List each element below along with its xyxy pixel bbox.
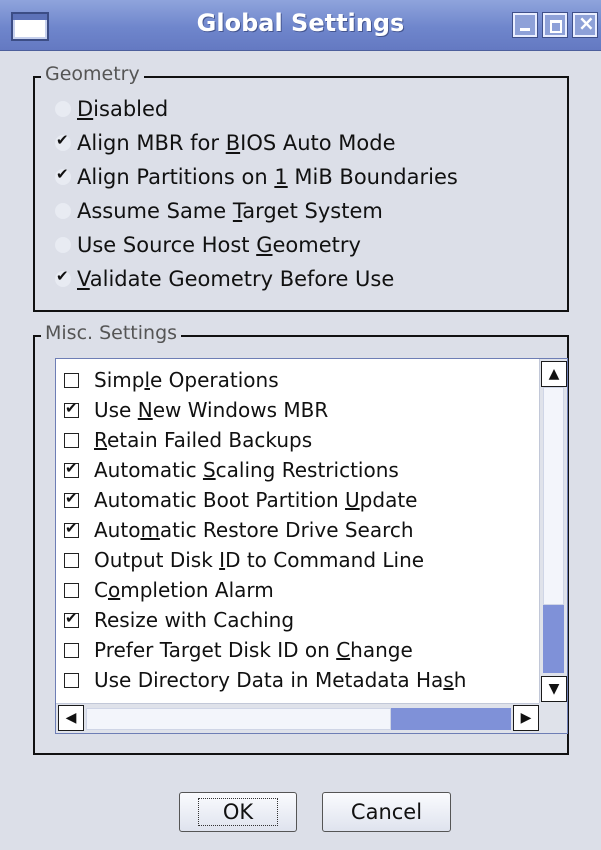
- checkbox-checked-icon[interactable]: [64, 609, 79, 628]
- checkbox-unchecked-icon[interactable]: [64, 672, 79, 688]
- title-bar[interactable]: Global Settings: [0, 0, 601, 51]
- radio-checked-icon[interactable]: [55, 165, 71, 185]
- scroll-down-icon[interactable]: ▼: [541, 676, 567, 702]
- vertical-scroll-thumb[interactable]: [543, 387, 564, 605]
- misc-setting-item[interactable]: Output Disk ID to Command Line: [64, 545, 537, 575]
- misc-setting-label: Prefer Target Disk ID on Change: [94, 638, 413, 662]
- geometry-option[interactable]: Align Partitions on 1 MiB Boundaries: [55, 162, 458, 192]
- misc-setting-item[interactable]: Simple Operations: [64, 365, 537, 395]
- misc-setting-label: Use New Windows MBR: [94, 398, 329, 422]
- close-icon[interactable]: [572, 11, 598, 38]
- scroll-right-icon[interactable]: ▶: [513, 705, 539, 731]
- horizontal-scrollbar[interactable]: ◀ ▶: [56, 703, 541, 733]
- misc-setting-label: Resize with Caching: [94, 608, 295, 632]
- horizontal-scroll-track[interactable]: [391, 708, 511, 730]
- misc-setting-item[interactable]: Automatic Restore Drive Search: [64, 515, 537, 545]
- radio-unchecked-icon[interactable]: [55, 203, 71, 219]
- checkbox-unchecked-icon[interactable]: [64, 372, 79, 388]
- misc-setting-label: Output Disk ID to Command Line: [94, 548, 425, 572]
- misc-setting-item[interactable]: Use Directory Data in Metadata Hash: [64, 665, 537, 695]
- checkbox-unchecked-icon[interactable]: [64, 582, 79, 598]
- radio-checked-icon[interactable]: [55, 267, 71, 287]
- misc-setting-item[interactable]: Use New Windows MBR: [64, 395, 537, 425]
- radio-unchecked-icon[interactable]: [55, 101, 71, 117]
- misc-setting-item[interactable]: Allow delete from Simple Operations: [64, 695, 537, 701]
- horizontal-scroll-thumb[interactable]: [86, 708, 391, 730]
- checkbox-checked-icon[interactable]: [64, 519, 79, 538]
- misc-setting-item[interactable]: Completion Alarm: [64, 575, 537, 605]
- misc-setting-item[interactable]: Retain Failed Backups: [64, 425, 537, 455]
- vertical-scrollbar[interactable]: ▲ ▼: [539, 359, 567, 704]
- geometry-option-label: Validate Geometry Before Use: [77, 267, 395, 291]
- geometry-group: Geometry Disabled Align MBR for BIOS Auto…: [33, 63, 569, 312]
- misc-setting-label: Automatic Scaling Restrictions: [94, 458, 399, 482]
- radio-checked-icon[interactable]: [55, 131, 71, 151]
- checkbox-unchecked-icon[interactable]: [64, 432, 79, 448]
- radio-unchecked-icon[interactable]: [55, 237, 71, 253]
- misc-setting-label: Automatic Boot Partition Update: [94, 488, 418, 512]
- maximize-icon[interactable]: [542, 12, 568, 38]
- misc-setting-item[interactable]: Automatic Boot Partition Update: [64, 485, 537, 515]
- misc-settings-list[interactable]: Simple Operations Use New Windows MBR Reta…: [55, 358, 568, 734]
- geometry-legend: Geometry: [41, 63, 144, 85]
- checkbox-unchecked-icon[interactable]: [64, 642, 79, 658]
- geometry-option[interactable]: Validate Geometry Before Use: [55, 264, 394, 294]
- misc-setting-item[interactable]: Prefer Target Disk ID on Change: [64, 635, 537, 665]
- geometry-option-label: Align MBR for BIOS Auto Mode: [77, 131, 396, 155]
- vertical-scroll-track[interactable]: [543, 605, 564, 673]
- misc-setting-label: Use Directory Data in Metadata Hash: [94, 668, 467, 692]
- cancel-button-label: Cancel: [350, 800, 423, 824]
- geometry-option[interactable]: Use Source Host Geometry: [55, 230, 361, 260]
- misc-settings-legend: Misc. Settings: [41, 322, 182, 344]
- ok-button[interactable]: OK: [179, 792, 297, 832]
- geometry-option[interactable]: Disabled: [55, 94, 168, 124]
- scroll-left-icon[interactable]: ◀: [58, 705, 84, 731]
- misc-setting-label: Automatic Restore Drive Search: [94, 518, 414, 542]
- misc-setting-label: Completion Alarm: [94, 578, 274, 602]
- geometry-option[interactable]: Assume Same Target System: [55, 196, 383, 226]
- scroll-up-icon[interactable]: ▲: [541, 361, 567, 387]
- checkbox-checked-icon[interactable]: [64, 399, 79, 418]
- geometry-option-label: Use Source Host Geometry: [77, 233, 361, 257]
- misc-setting-label: Retain Failed Backups: [94, 428, 313, 452]
- checkbox-checked-icon[interactable]: [64, 459, 79, 478]
- geometry-option-label: Assume Same Target System: [77, 199, 383, 223]
- misc-setting-item[interactable]: Resize with Caching: [64, 605, 537, 635]
- checkbox-unchecked-icon[interactable]: [64, 552, 79, 568]
- scrollbar-corner: [539, 703, 567, 733]
- misc-settings-items: Simple Operations Use New Windows MBR Reta…: [64, 365, 537, 701]
- checkbox-checked-icon[interactable]: [64, 489, 79, 508]
- geometry-option-label: Align Partitions on 1 MiB Boundaries: [77, 165, 458, 189]
- geometry-option[interactable]: Align MBR for BIOS Auto Mode: [55, 128, 396, 158]
- misc-setting-label: Allow delete from Simple Operations: [94, 698, 461, 701]
- misc-setting-label: Simple Operations: [94, 368, 279, 392]
- ok-button-label: OK: [197, 798, 279, 826]
- minimize-icon[interactable]: [512, 12, 538, 38]
- geometry-option-label: Disabled: [77, 97, 169, 121]
- misc-setting-item[interactable]: Automatic Scaling Restrictions: [64, 455, 537, 485]
- cancel-button[interactable]: Cancel: [322, 792, 451, 832]
- window-title: Global Settings: [196, 9, 405, 37]
